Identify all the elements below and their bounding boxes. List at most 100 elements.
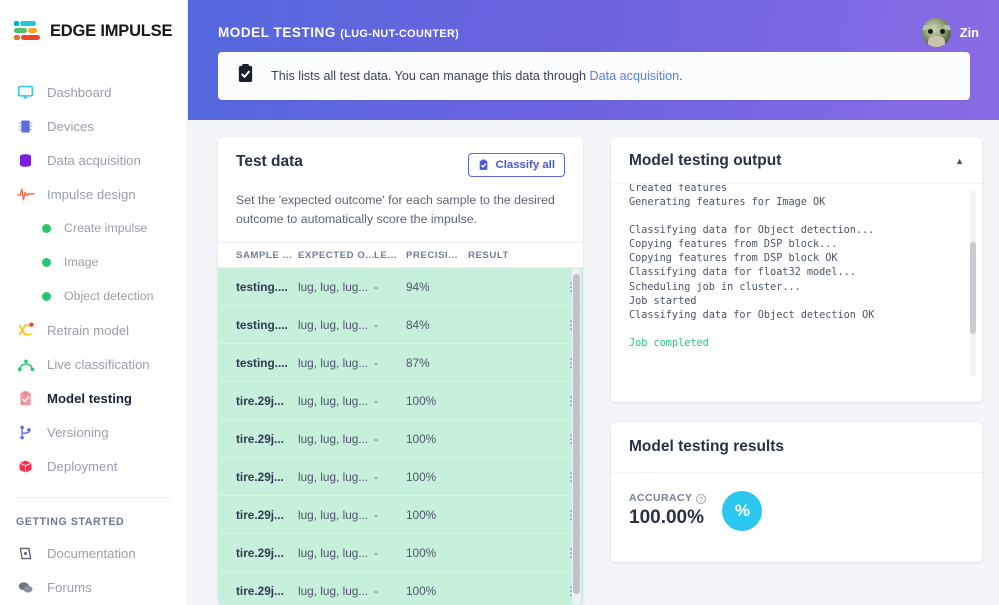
cell-precision: 94%: [406, 279, 430, 294]
table-row[interactable]: testing.... lug, lug, lug... -87% ⋮: [218, 344, 583, 383]
column-header-result[interactable]: RESULT: [468, 250, 559, 261]
cell-expected-outcome: lug, lug, lug...: [298, 279, 369, 294]
column-header-expected-outcome[interactable]: EXPECTED O...: [298, 250, 374, 261]
cell-precision: 100%: [406, 431, 437, 446]
cell-precision: 87%: [406, 355, 430, 370]
sidebar-item-image[interactable]: Image: [0, 245, 187, 279]
cell-sample: tire.29j...: [236, 393, 284, 408]
sidebar-item-label: Documentation: [47, 545, 136, 561]
classify-all-label: Classify all: [495, 159, 555, 171]
user-menu[interactable]: Zin: [921, 18, 979, 47]
monitor-icon: [16, 83, 35, 102]
banner-text-after: .: [679, 69, 683, 83]
output-scrollbar[interactable]: [970, 190, 976, 376]
sidebar-item-dashboard[interactable]: Dashboard: [0, 75, 187, 109]
sidebar-item-versioning[interactable]: Versioning: [0, 415, 187, 449]
topbar-row: MODEL TESTING (LUG-NUT-COUNTER) Zin: [188, 0, 999, 47]
cell-precision: 84%: [406, 317, 430, 332]
graph-icon: [16, 355, 35, 374]
brand-logo[interactable]: EDGE IMPULSE: [0, 0, 187, 43]
sidebar: EDGE IMPULSE Dashboard Devices Data acqu…: [0, 0, 188, 605]
cell-precision: 100%: [406, 545, 437, 560]
info-banner: This lists all test data. You can manage…: [218, 52, 970, 100]
sidebar-item-object-detection[interactable]: Object detection: [0, 279, 187, 313]
accuracy-label-row: ACCURACY ?: [629, 493, 707, 504]
sidebar-item-create-impulse[interactable]: Create impulse: [0, 211, 187, 245]
cell-length: -: [374, 393, 378, 408]
results-title: Model testing results: [629, 438, 785, 455]
output-title: Model testing output: [629, 152, 782, 169]
accuracy-block: ACCURACY ? 100.00%: [629, 493, 707, 529]
cell-length: -: [374, 507, 378, 522]
output-log-text: Created features Generating features for…: [629, 183, 875, 321]
table-scrollbar[interactable]: [572, 268, 581, 605]
cell-length: -: [374, 279, 378, 294]
database-icon: [16, 151, 35, 170]
sidebar-item-label: Create impulse: [64, 221, 148, 235]
accuracy-label: ACCURACY: [629, 493, 693, 504]
cell-expected-outcome: lug, lug, lug...: [298, 431, 369, 446]
username: Zin: [959, 25, 979, 40]
table-header: SAMPLE ... EXPECTED O... LE... PRECISI..…: [218, 242, 583, 269]
sidebar-nav: Dashboard Devices Data acquisition Impul…: [0, 75, 187, 604]
chat-icon: [16, 578, 35, 597]
sidebar-item-label: Deployment: [47, 458, 118, 474]
table-row[interactable]: testing.... lug, lug, lug... -94% ⋮: [218, 268, 583, 307]
sidebar-item-deployment[interactable]: Deployment: [0, 449, 187, 483]
sidebar-item-label: Live classification: [47, 356, 150, 372]
sidebar-item-retrain-model[interactable]: Retrain model: [0, 313, 187, 347]
column-header-length[interactable]: LE...: [374, 250, 406, 261]
edge-impulse-logo-icon: [14, 21, 40, 40]
clipboard-check-icon: [236, 63, 255, 89]
table-row[interactable]: tire.29j... lug, lug, lug... -100% ⋮: [218, 420, 583, 459]
sidebar-item-model-testing[interactable]: Model testing: [0, 381, 187, 415]
brand-name: EDGE IMPULSE: [50, 22, 173, 40]
cell-expected-outcome: lug, lug, lug...: [298, 393, 369, 408]
cell-sample: tire.29j...: [236, 583, 284, 598]
table-row[interactable]: tire.29j... lug, lug, lug... -100% ⋮: [218, 458, 583, 497]
chevron-up-icon[interactable]: ▲: [955, 156, 964, 166]
project-name: (LUG-NUT-COUNTER): [340, 28, 460, 40]
table-row[interactable]: tire.29j... lug, lug, lug... -100% ⋮: [218, 382, 583, 421]
cell-precision: 100%: [406, 393, 437, 408]
table-row[interactable]: testing.... lug, lug, lug... -84% ⋮: [218, 306, 583, 345]
sidebar-section-title: GETTING STARTED: [16, 516, 125, 528]
chip-icon: [16, 117, 35, 136]
sidebar-item-live-classification[interactable]: Live classification: [0, 347, 187, 381]
cell-expected-outcome: lug, lug, lug...: [298, 469, 369, 484]
sidebar-item-documentation[interactable]: Documentation: [0, 536, 187, 570]
table-body: testing.... lug, lug, lug... -94% ⋮ testing.…: [218, 268, 583, 605]
cell-precision: 100%: [406, 469, 437, 484]
table-row[interactable]: tire.29j... lug, lug, lug... -100% ⋮: [218, 534, 583, 573]
cell-expected-outcome: lug, lug, lug...: [298, 583, 369, 598]
output-header: Model testing output ▲: [611, 137, 982, 183]
page-title-text: MODEL TESTING: [218, 25, 336, 40]
table-row[interactable]: tire.29j... lug, lug, lug... -100% ⋮: [218, 496, 583, 535]
dot-icon: [42, 223, 51, 233]
test-data-card: Test data Classify all Set the 'expected…: [218, 137, 583, 605]
sidebar-item-label: Model testing: [47, 390, 132, 406]
banner-text: This lists all test data. You can manage…: [271, 69, 683, 83]
sidebar-item-data-acquisition[interactable]: Data acquisition: [0, 143, 187, 177]
data-acquisition-link[interactable]: Data acquisition: [590, 69, 680, 83]
sidebar-item-label: Versioning: [47, 424, 109, 440]
cell-length: -: [374, 355, 378, 370]
test-data-title: Test data: [236, 153, 303, 170]
column-header-sample[interactable]: SAMPLE ...: [236, 250, 298, 261]
model-testing-results-card: Model testing results ACCURACY ? 100.00%…: [611, 422, 982, 562]
sidebar-item-label: Object detection: [64, 289, 154, 303]
test-data-header: Test data Classify all Set the 'expected…: [218, 137, 583, 228]
sidebar-item-devices[interactable]: Devices: [0, 109, 187, 143]
table-row[interactable]: tire.29j... lug, lug, lug... -100% ⋮: [218, 572, 583, 605]
content-area: Test data Classify all Set the 'expected…: [188, 120, 999, 605]
test-data-description: Set the 'expected outcome' for each samp…: [236, 193, 555, 226]
output-log: Created features Generating features for…: [629, 183, 964, 351]
results-header: Model testing results: [611, 422, 982, 473]
cell-length: -: [374, 317, 378, 332]
sidebar-item-forums[interactable]: Forums: [0, 570, 187, 604]
column-header-precision[interactable]: PRECISI...: [406, 250, 468, 261]
help-icon[interactable]: ?: [696, 493, 707, 504]
classify-all-button[interactable]: Classify all: [468, 153, 565, 177]
right-column: Model testing output ▲ Created features …: [611, 137, 982, 605]
sidebar-item-impulse-design[interactable]: Impulse design: [0, 177, 187, 211]
